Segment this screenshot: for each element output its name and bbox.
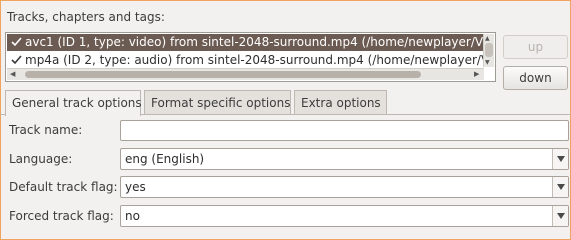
tab-format-specific-options[interactable]: Format specific options xyxy=(144,90,291,115)
horizontal-scroll-thumb[interactable] xyxy=(25,71,421,78)
track-list[interactable]: avc1 (ID 1, type: video) from sintel-204… xyxy=(5,32,496,82)
track-name-input[interactable] xyxy=(120,120,569,141)
tab-extra-options[interactable]: Extra options xyxy=(294,90,387,115)
vertical-scroll-thumb[interactable] xyxy=(485,43,493,57)
default-track-flag-label: Default track flag: xyxy=(9,180,118,194)
forced-track-flag-value: no xyxy=(125,209,140,223)
up-button[interactable]: up xyxy=(503,35,568,59)
language-value: eng (English) xyxy=(125,152,205,166)
track-name-label: Track name: xyxy=(9,123,83,137)
tracks-heading: Tracks, chapters and tags: xyxy=(7,10,165,24)
dropdown-arrow-icon[interactable] xyxy=(552,177,568,197)
down-button[interactable]: down xyxy=(503,66,568,90)
track-label: mp4a (ID 2, type: audio) from sintel-204… xyxy=(25,53,483,67)
track-label: avc1 (ID 1, type: video) from sintel-204… xyxy=(25,35,483,49)
scroll-down-arrow-icon[interactable]: ▼ xyxy=(485,59,490,66)
dropdown-arrow-icon[interactable] xyxy=(552,149,568,169)
horizontal-scrollbar[interactable]: ◀ ▶ xyxy=(7,68,484,80)
language-select[interactable]: eng (English) xyxy=(120,148,569,170)
track-row-video[interactable]: avc1 (ID 1, type: video) from sintel-204… xyxy=(7,34,483,51)
dropdown-arrow-icon[interactable] xyxy=(552,206,568,226)
forced-track-flag-label: Forced track flag: xyxy=(9,209,114,223)
language-label: Language: xyxy=(9,152,73,166)
checkbox-checked-icon[interactable] xyxy=(11,36,22,47)
checkbox-checked-icon[interactable] xyxy=(11,54,22,65)
default-track-flag-select[interactable]: yes xyxy=(120,176,569,198)
tab-general-track-options[interactable]: General track options xyxy=(5,90,142,116)
track-row-audio[interactable]: mp4a (ID 2, type: audio) from sintel-204… xyxy=(7,52,483,69)
vertical-scrollbar[interactable]: ▲ ▼ xyxy=(483,34,494,67)
scroll-up-arrow-icon[interactable]: ▲ xyxy=(485,35,490,42)
forced-track-flag-select[interactable]: no xyxy=(120,205,569,227)
default-track-flag-value: yes xyxy=(125,180,146,194)
scroll-right-arrow-icon[interactable]: ▶ xyxy=(474,70,479,79)
scroll-left-arrow-icon[interactable]: ◀ xyxy=(10,70,15,79)
